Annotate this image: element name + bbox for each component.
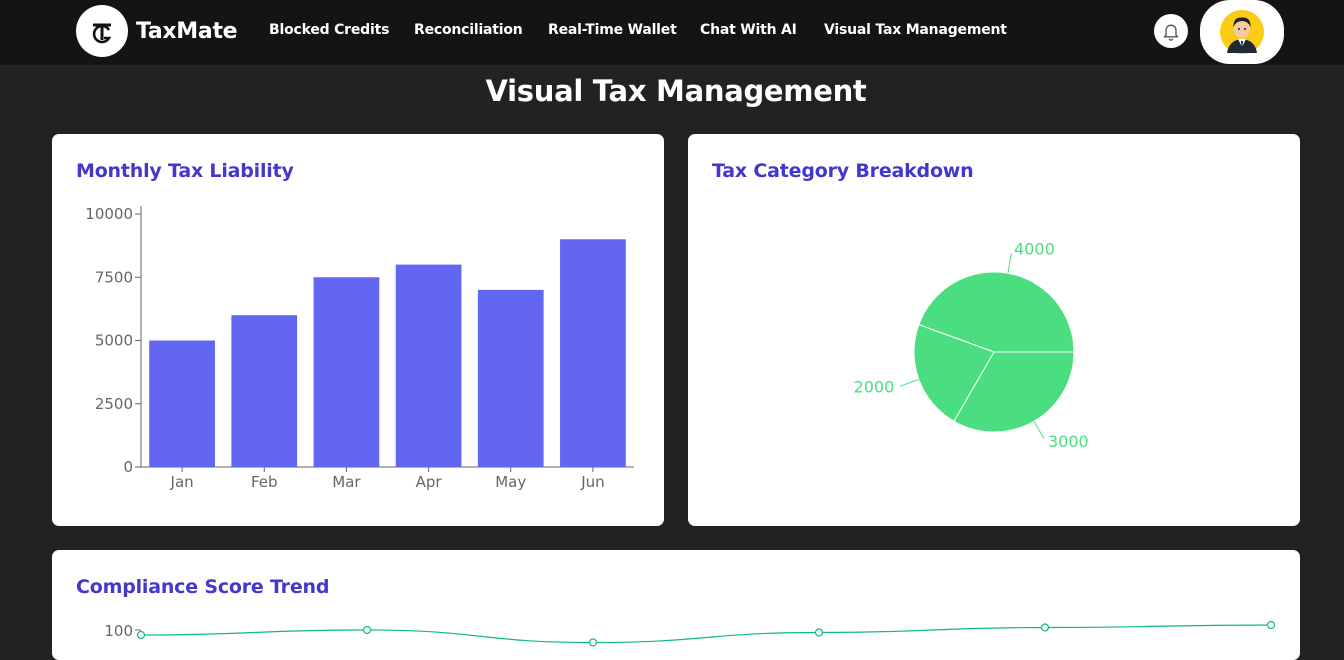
bar-feb bbox=[231, 315, 298, 467]
nav-link-blocked-credits[interactable]: Blocked Credits bbox=[269, 22, 389, 38]
y-tick-label: 2500 bbox=[95, 395, 133, 413]
user-avatar-button[interactable] bbox=[1200, 0, 1284, 64]
logo-icon[interactable] bbox=[76, 5, 128, 57]
x-tick-label: Mar bbox=[332, 473, 361, 491]
pie-label: 4000 bbox=[1014, 240, 1055, 259]
y-tick-label: 7500 bbox=[95, 268, 133, 286]
nav-link-visual-tax-management[interactable]: Visual Tax Management bbox=[824, 22, 1007, 38]
compliance-score-trend-card: Compliance Score Trend 100 bbox=[52, 550, 1300, 660]
bar-may bbox=[477, 289, 544, 467]
compliance-point-3 bbox=[814, 628, 824, 637]
x-tick-label: Jan bbox=[170, 473, 194, 491]
nav-link-chat-with-ai[interactable]: Chat With AI bbox=[700, 22, 797, 38]
pie-label-line bbox=[899, 378, 919, 387]
compliance-point-5 bbox=[1266, 620, 1276, 630]
tax-category-breakdown-card: Tax Category Breakdown 4000 2000 3000 bbox=[688, 134, 1300, 526]
nav-link-reconciliation[interactable]: Reconciliation bbox=[414, 22, 523, 38]
x-tick-label: May bbox=[495, 473, 526, 491]
monthly-tax-bar-chart: 0 2500 5000 7500 10000 Jan Feb Mar Apr May Jun bbox=[85, 205, 634, 491]
notification-bell-button[interactable] bbox=[1154, 14, 1188, 48]
y-tick-label: 10000 bbox=[85, 205, 133, 223]
compliance-point-4 bbox=[1040, 623, 1050, 632]
tax-category-pie-chart: 4000 2000 3000 bbox=[854, 240, 1089, 451]
pie-label-line bbox=[1033, 421, 1045, 439]
y-tick-label: 0 bbox=[123, 458, 133, 476]
y-tick-label: 5000 bbox=[95, 332, 133, 350]
bar-jan bbox=[149, 340, 215, 467]
top-navbar: TaxMate Blocked Credits Reconciliation R… bbox=[0, 0, 1344, 65]
y-tick-label: 100 bbox=[104, 622, 133, 640]
brand-name[interactable]: TaxMate bbox=[136, 19, 238, 44]
x-tick-label: Jun bbox=[580, 473, 604, 491]
bar-mar bbox=[313, 277, 380, 467]
compliance-line-chart: 100 bbox=[104, 620, 1276, 647]
avatar bbox=[1220, 10, 1264, 54]
compliance-point-1 bbox=[362, 625, 372, 635]
page-title: Visual Tax Management bbox=[485, 74, 867, 108]
bar-apr bbox=[395, 264, 462, 467]
compliance-point-0 bbox=[136, 630, 146, 640]
x-tick-label: Apr bbox=[416, 473, 443, 491]
pie-label: 3000 bbox=[1048, 432, 1089, 451]
pie-label: 2000 bbox=[854, 378, 895, 397]
bell-icon bbox=[1163, 24, 1179, 41]
nav-link-real-time-wallet[interactable]: Real-Time Wallet bbox=[548, 22, 677, 38]
bar-jun bbox=[560, 239, 626, 467]
monthly-tax-liability-card: Monthly Tax Liability 0 2500 5000 7500 10000… bbox=[52, 134, 664, 526]
pie-label-line bbox=[1007, 253, 1012, 274]
compliance-series-line bbox=[140, 624, 1272, 644]
x-tick-label: Feb bbox=[251, 473, 278, 491]
